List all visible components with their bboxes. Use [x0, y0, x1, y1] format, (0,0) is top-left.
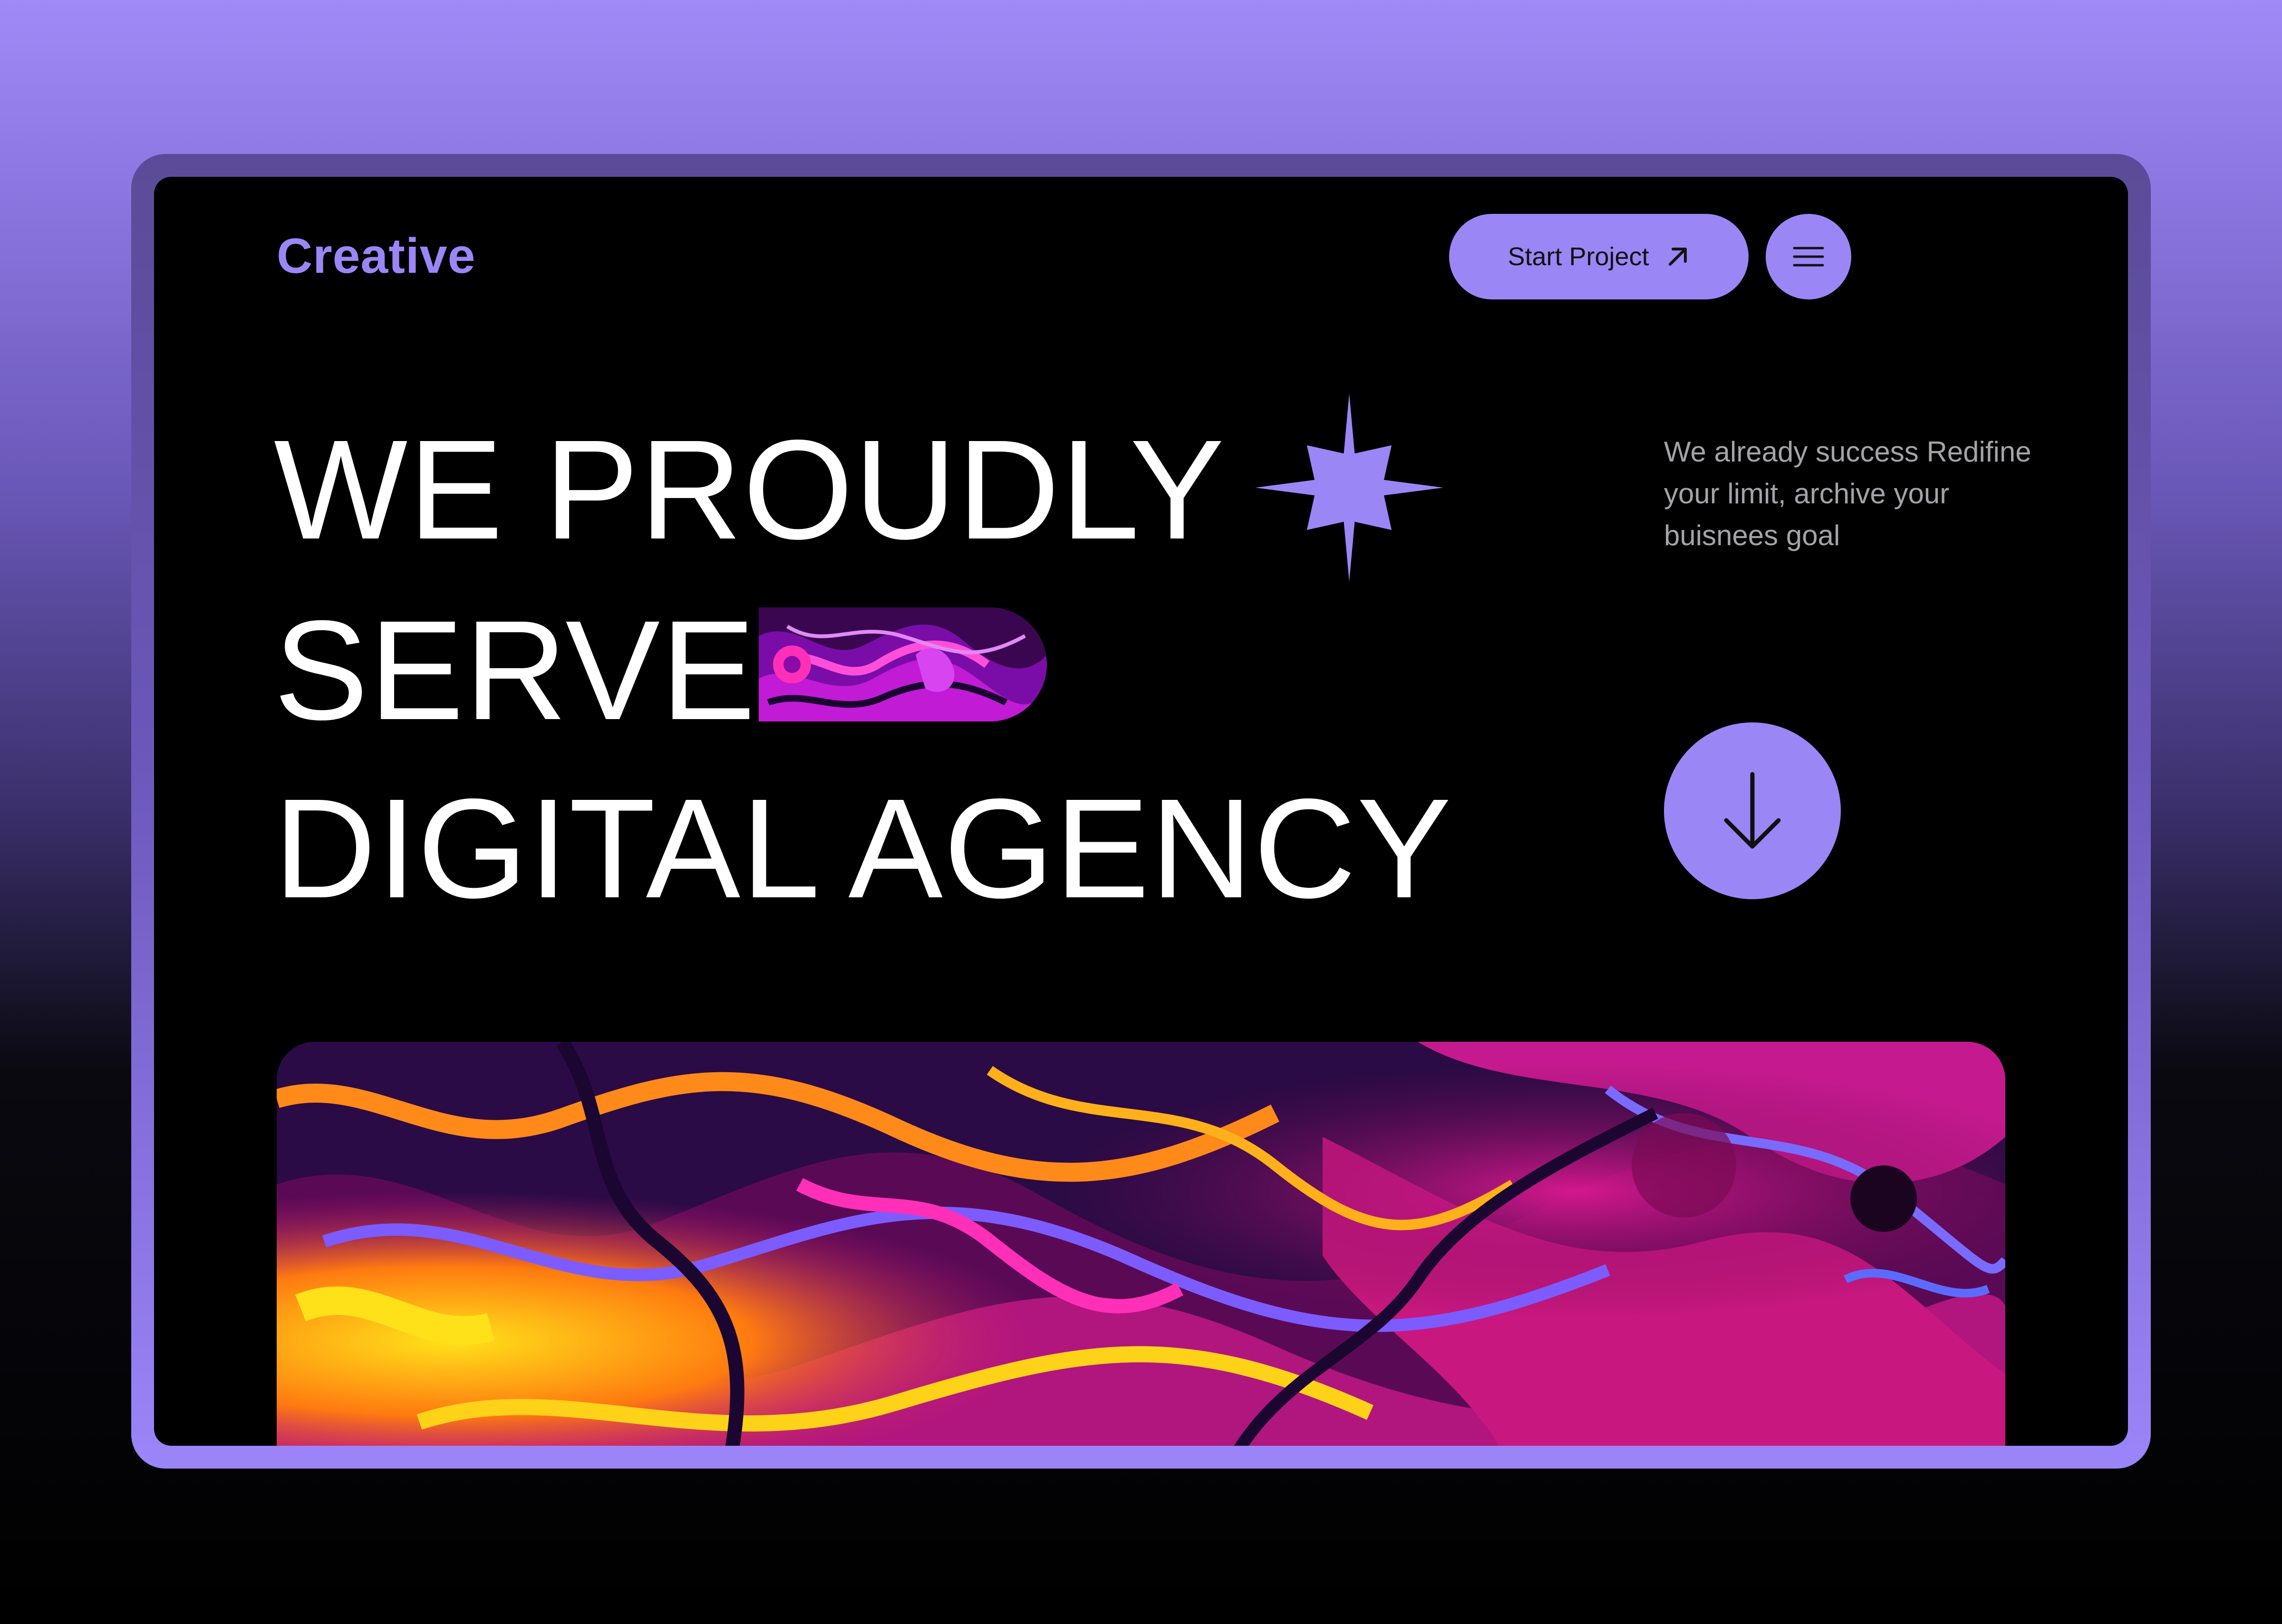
headline-line-1: WE PROUDLY [274, 411, 1226, 569]
hero-marble-image [277, 1042, 2005, 1446]
hero-tagline: We already success Redifine your limit, … [1664, 436, 2031, 551]
arrow-up-right-icon [1668, 248, 1687, 266]
start-project-label: Start Project [1508, 242, 1649, 271]
arrow-down-icon [1724, 772, 1781, 849]
brand-logo[interactable]: Creative [277, 228, 475, 285]
start-project-button[interactable]: Start Project [1449, 214, 1749, 299]
headline-line-2: SERVE [274, 591, 756, 750]
scroll-down-button[interactable] [1664, 722, 1841, 899]
four-point-star-icon [1255, 394, 1443, 582]
marble-pill-image [759, 607, 1047, 721]
hamburger-menu-icon [1793, 247, 1824, 267]
headline-line-3: DIGITAL AGENCY [274, 769, 1452, 928]
website-screen: Creative Start Project WE PROUDLY SERVE … [154, 177, 2128, 1446]
menu-button[interactable] [1766, 214, 1851, 299]
